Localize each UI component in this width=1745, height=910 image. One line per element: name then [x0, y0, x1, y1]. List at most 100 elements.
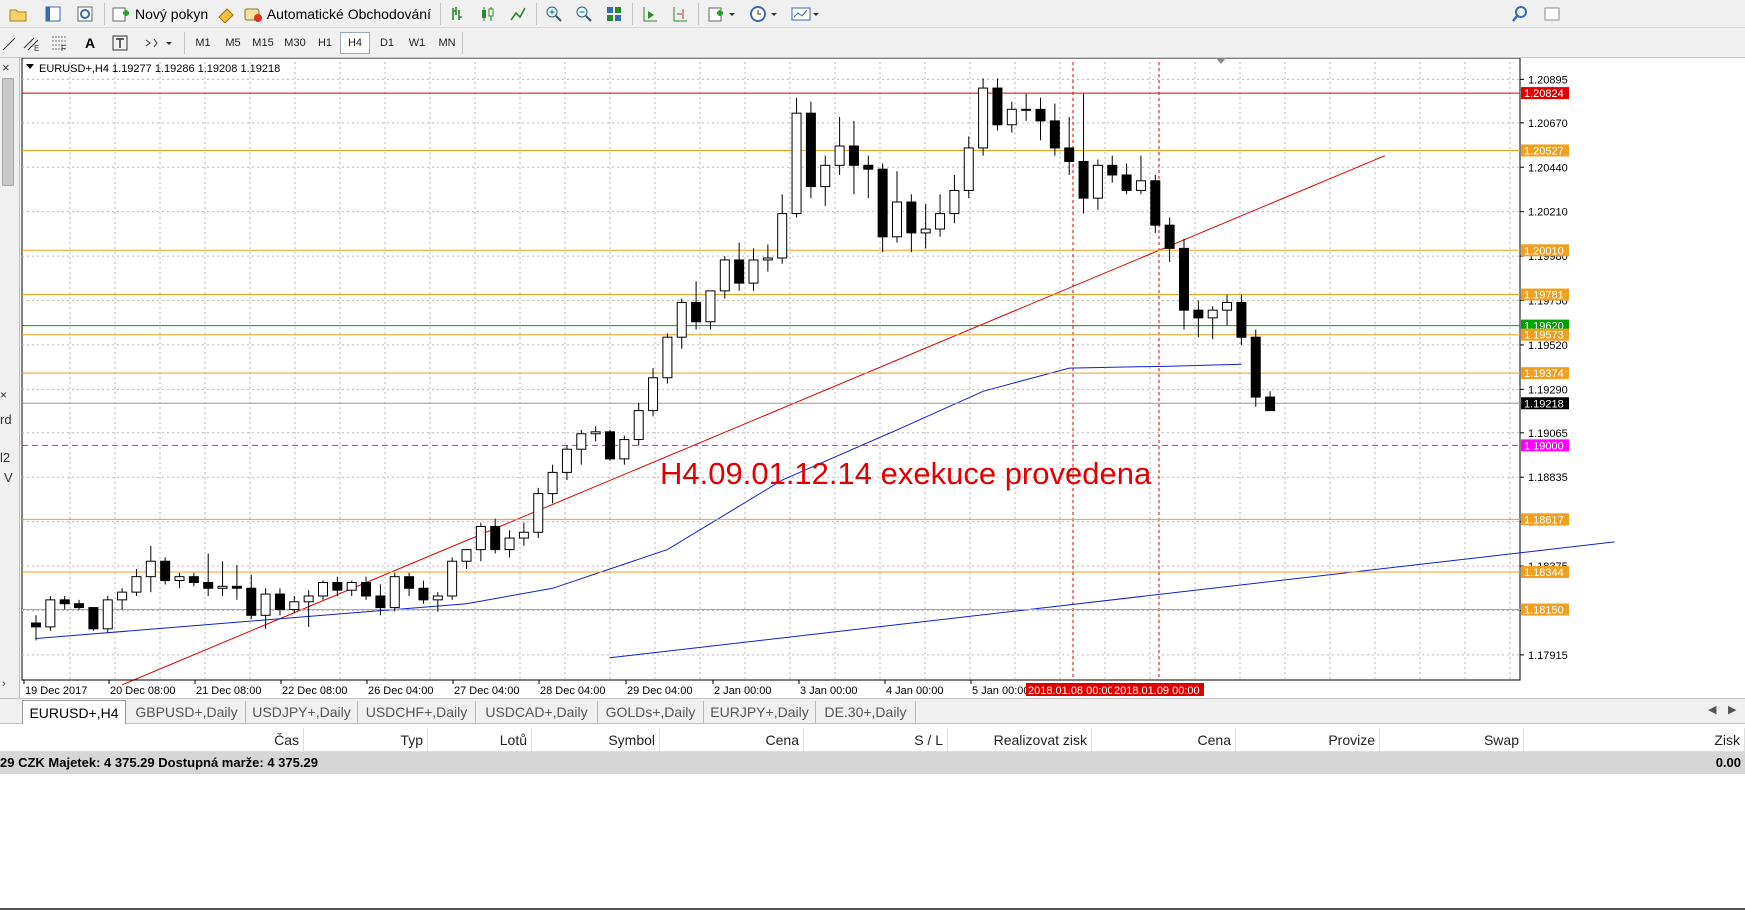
col-header-1[interactable]: Typ [304, 728, 428, 752]
price-tick-label: 1.20895 [1528, 74, 1568, 86]
candlestick-icon[interactable] [476, 2, 500, 26]
candle-body [820, 164, 831, 188]
tile-windows-icon[interactable] [602, 2, 626, 26]
arrows-dropdown[interactable] [140, 31, 176, 55]
timeframe-d1[interactable]: D1 [372, 32, 402, 54]
main-toolbar: Nový pokyn Automatické Obchodování [0, 0, 1745, 28]
line-chart-icon[interactable] [506, 2, 530, 26]
zoom-out-icon[interactable] [572, 2, 596, 26]
profiles-icon[interactable] [40, 2, 66, 26]
candle-body [949, 189, 960, 215]
crosshair-icon[interactable] [0, 31, 16, 55]
col-header-9[interactable]: Swap [1380, 728, 1524, 752]
panel-close-icon-2[interactable]: × [0, 388, 7, 402]
candle-body [935, 213, 946, 230]
new-order-button[interactable]: Nový pokyn [110, 2, 210, 26]
zoom-in-icon[interactable] [542, 2, 566, 26]
candle-body [892, 201, 902, 238]
chart-area[interactable]: 1.20895 1.20670 1.20440 1.20210 1.19980 1.197… [20, 58, 1745, 698]
col-header-7[interactable]: Cena [1092, 728, 1236, 752]
candle-body [217, 585, 228, 589]
date-axis-label: 2 Jan 00:00 [714, 685, 772, 697]
equidistant-channel-icon[interactable]: E [20, 31, 44, 55]
timeframe-h1[interactable]: H1 [310, 32, 340, 54]
chart-tab-5[interactable]: GOLDs+,Daily [598, 701, 704, 723]
col-header-8[interactable]: Provize [1236, 728, 1380, 752]
candle-body [719, 259, 730, 292]
trade-table-header: Čas Typ Lotů Symbol Cena S / L Realizovat zisk… [0, 728, 1745, 752]
chart-tab-7[interactable]: DE.30+,Daily [816, 701, 916, 723]
candle-body [1092, 164, 1103, 199]
chart-shift-icon[interactable] [668, 2, 692, 26]
algo-trading-label: Automatické Obchodování [266, 6, 431, 22]
col-header-2[interactable]: Lotů [428, 728, 532, 752]
candle-body [834, 145, 845, 166]
algo-trading-button[interactable]: Automatické Obchodování [242, 2, 432, 26]
candle-body [102, 599, 113, 630]
autoscroll-icon[interactable] [638, 2, 662, 26]
candle-body [432, 595, 443, 601]
balance-row: 29 CZK Majetek: 4 375.29 Dostupná marže:… [0, 752, 1745, 774]
templates-dropdown[interactable] [788, 2, 824, 26]
timeframe-m15[interactable]: M15 [248, 32, 278, 54]
chart-tab-3[interactable]: USDCHF+,Daily [358, 701, 476, 723]
candle-body [117, 591, 128, 601]
chart-tab-0[interactable]: EURUSD+,H4 [22, 700, 126, 724]
date-axis-label: 22 Dec 08:00 [282, 685, 347, 697]
market-watch-icon[interactable] [72, 2, 98, 26]
tab-scroll-right-icon[interactable]: ▶ [1728, 703, 1736, 716]
level-tag-label-11: 1.18150 [1524, 605, 1564, 617]
metaeditor-icon[interactable] [214, 2, 238, 26]
open-folder-icon[interactable] [6, 2, 30, 26]
community-icon[interactable] [1540, 2, 1564, 26]
panel-fragment-1: rd [0, 412, 12, 427]
panel-expand-icon[interactable]: › [2, 678, 6, 690]
text-tool-icon[interactable]: A [78, 31, 102, 55]
timeframe-m5[interactable]: M5 [218, 32, 248, 54]
indicators-dropdown[interactable] [704, 2, 740, 26]
fibonacci-icon[interactable]: F [48, 31, 72, 55]
col-header-0[interactable]: Čas [40, 728, 304, 752]
price-tick-label: 1.17915 [1528, 650, 1568, 662]
chart-canvas[interactable]: 1.208951.206701.204401.202101.199801.197… [20, 58, 1745, 698]
candle-body [59, 599, 70, 605]
timeframe-m30[interactable]: M30 [280, 32, 310, 54]
col-header-6[interactable]: Realizovat zisk [948, 728, 1092, 752]
candle-body [762, 257, 773, 261]
chart-ohlc-label: 1.19277 1.19286 1.19208 1.19218 [112, 63, 280, 75]
chart-tab-1[interactable]: GBPUSD+,Daily [128, 701, 246, 723]
tab-scroll-left-icon[interactable]: ◀ [1708, 703, 1716, 716]
candle-body [1021, 108, 1032, 111]
bar-chart-icon[interactable] [446, 2, 470, 26]
candle-body [619, 439, 630, 460]
candle-body [1006, 108, 1017, 126]
chart-tab-6[interactable]: EURJPY+,Daily [704, 701, 816, 723]
candle-body [1250, 336, 1261, 398]
level-tag-label-8: 1.19000 [1524, 440, 1564, 452]
col-header-4[interactable]: Cena [660, 728, 804, 752]
candle-body [274, 593, 285, 611]
col-header-3[interactable]: Symbol [532, 728, 660, 752]
price-tick-label: 1.20440 [1528, 162, 1568, 174]
text-label-icon[interactable] [108, 31, 132, 55]
level-tag-label-1: 1.20527 [1524, 145, 1564, 157]
candle-body [1107, 164, 1118, 176]
col-header-10[interactable]: Zisk [1524, 728, 1745, 752]
new-order-label: Nový pokyn [135, 6, 209, 22]
timeframe-h4[interactable]: H4 [340, 32, 370, 54]
periods-dropdown[interactable] [746, 2, 782, 26]
timeframe-m1[interactable]: M1 [188, 32, 218, 54]
panel-scrollbar-thumb[interactable] [2, 78, 14, 186]
col-header-5[interactable]: S / L [804, 728, 948, 752]
chart-tab-2[interactable]: USDJPY+,Daily [246, 701, 358, 723]
panel-close-icon[interactable]: × [2, 60, 10, 75]
candle-body [145, 560, 156, 578]
chart-tabs: EURUSD+,H4 GBPUSD+,Daily USDJPY+,Daily USDC… [0, 698, 1745, 724]
timeframe-w1[interactable]: W1 [402, 32, 432, 54]
new-order-icon [112, 7, 129, 22]
chart-tab-4[interactable]: USDCAD+,Daily [476, 701, 598, 723]
price-tick-label: 1.18835 [1528, 472, 1568, 484]
candle-body [576, 433, 587, 450]
timeframe-mn[interactable]: MN [432, 32, 462, 54]
search-icon[interactable] [1508, 2, 1532, 26]
